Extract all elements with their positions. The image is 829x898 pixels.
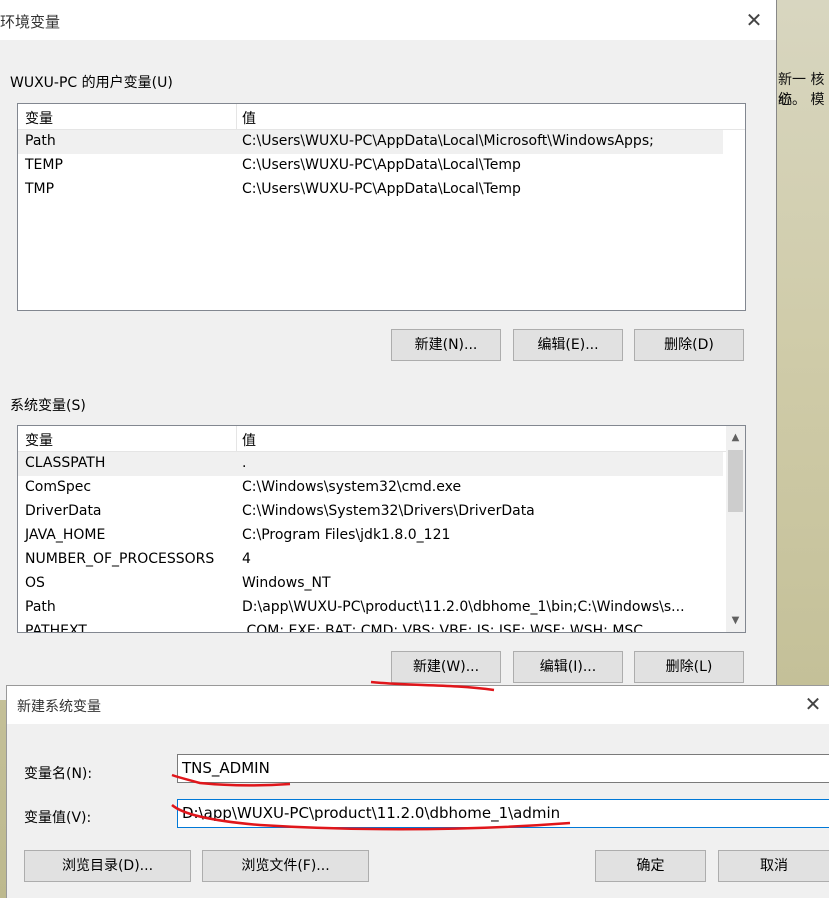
browse-file-button[interactable]: 浏览文件(F)...	[202, 850, 369, 882]
var-name: PATHEXT	[25, 623, 87, 633]
var-value: .	[242, 455, 247, 471]
close-icon[interactable]: ✕	[744, 8, 764, 32]
scroll-up-icon[interactable]: ▲	[726, 428, 745, 447]
column-header-name[interactable]: 变量	[25, 108, 53, 128]
scroll-thumb[interactable]	[728, 450, 743, 512]
list-header: 变量 值	[18, 104, 745, 130]
user-edit-button[interactable]: 编辑(E)...	[513, 329, 623, 361]
list-row[interactable]: Path D:\app\WUXU-PC\product\11.2.0\dbhom…	[18, 596, 723, 620]
list-row[interactable]: NUMBER_OF_PROCESSORS 4	[18, 548, 745, 572]
variable-value-label: 变量值(V):	[24, 810, 92, 826]
var-value: C:\Windows\System32\Drivers\DriverData	[242, 503, 535, 519]
variable-name-label: 变量名(N):	[24, 766, 93, 782]
user-new-button[interactable]: 新建(N)...	[391, 329, 501, 361]
var-name: DriverData	[25, 503, 102, 519]
system-new-button[interactable]: 新建(W)...	[391, 651, 501, 683]
list-row[interactable]: TMP C:\Users\WUXU-PC\AppData\Local\Temp	[18, 178, 745, 202]
var-name: Path	[25, 133, 56, 149]
variable-name-input[interactable]: TNS_ADMIN	[177, 754, 829, 783]
list-row[interactable]: DriverData C:\Windows\System32\Drivers\D…	[18, 500, 745, 524]
user-vars-group-label: WUXU-PC 的用户变量(U)	[10, 75, 173, 91]
list-row[interactable]: ComSpec C:\Windows\system32\cmd.exe	[18, 476, 745, 500]
title-bar: 环境变量 ✕	[0, 0, 776, 40]
system-vars-list[interactable]: 变量 值 CLASSPATH . ComSpec C:\Windows\syst…	[17, 425, 746, 633]
var-name: NUMBER_OF_PROCESSORS	[25, 551, 215, 567]
column-header-value[interactable]: 值	[242, 430, 256, 450]
system-edit-button[interactable]: 编辑(I)...	[513, 651, 623, 683]
list-row[interactable]: TEMP C:\Users\WUXU-PC\AppData\Local\Temp	[18, 154, 745, 178]
list-row[interactable]: OS Windows_NT	[18, 572, 745, 596]
var-name: Path	[25, 599, 56, 615]
var-value: C:\Users\WUXU-PC\AppData\Local\Temp	[242, 157, 521, 173]
list-row[interactable]: Path C:\Users\WUXU-PC\AppData\Local\Micr…	[18, 130, 723, 154]
system-delete-button[interactable]: 删除(L)	[634, 651, 744, 683]
browse-directory-button[interactable]: 浏览目录(D)...	[24, 850, 191, 882]
dialog-title: 新建系统变量	[17, 699, 101, 715]
vertical-scrollbar[interactable]: ▲ ▼	[726, 426, 745, 632]
scroll-down-icon[interactable]: ▼	[726, 611, 745, 630]
desktop-text-2: 统。 模	[778, 92, 825, 108]
close-icon[interactable]: ✕	[803, 692, 823, 716]
var-value: D:\app\WUXU-PC\product\11.2.0\dbhome_1\b…	[242, 599, 685, 615]
user-vars-list[interactable]: 变量 值 Path C:\Users\WUXU-PC\AppData\Local…	[17, 103, 746, 311]
system-vars-group-label: 系统变量(S)	[10, 398, 86, 414]
dialog-title-bar: 新建系统变量 ✕	[7, 686, 829, 724]
var-value: Windows_NT	[242, 575, 331, 591]
var-value: C:\Users\WUXU-PC\AppData\Local\Temp	[242, 181, 521, 197]
user-delete-button[interactable]: 删除(D)	[634, 329, 744, 361]
list-row[interactable]: JAVA_HOME C:\Program Files\jdk1.8.0_121	[18, 524, 745, 548]
var-value: C:\Program Files\jdk1.8.0_121	[242, 527, 451, 543]
window-title: 环境变量	[0, 13, 61, 31]
var-name: TMP	[25, 181, 55, 197]
var-value: 4	[242, 551, 251, 567]
var-value: C:\Windows\system32\cmd.exe	[242, 479, 462, 495]
var-value: C:\Users\WUXU-PC\AppData\Local\Microsoft…	[242, 133, 654, 149]
var-name: OS	[25, 575, 45, 591]
var-name: CLASSPATH	[25, 455, 106, 471]
list-header: 变量 值	[18, 426, 727, 452]
ok-button[interactable]: 确定	[595, 850, 706, 882]
cancel-button[interactable]: 取消	[718, 850, 829, 882]
new-system-variable-dialog: 新建系统变量 ✕ 变量名(N): TNS_ADMIN 变量值(V): D:\ap…	[6, 685, 829, 898]
variable-value-input[interactable]: D:\app\WUXU-PC\product\11.2.0\dbhome_1\a…	[177, 799, 829, 828]
column-header-value[interactable]: 值	[242, 108, 256, 128]
var-name: JAVA_HOME	[25, 527, 106, 543]
list-row[interactable]: PATHEXT .COM;.EXE;.BAT;.CMD;.VBS;.VBE;.J…	[18, 620, 723, 633]
var-name: ComSpec	[25, 479, 92, 495]
list-row[interactable]: CLASSPATH .	[18, 452, 723, 476]
column-header-name[interactable]: 变量	[25, 430, 53, 450]
env-vars-window: 环境变量 ✕ WUXU-PC 的用户变量(U) 变量 值 Path C:\Use…	[0, 0, 777, 700]
var-value: .COM;.EXE;.BAT;.CMD;.VBS;.VBE;.JS;.JSE;.…	[242, 623, 644, 633]
var-name: TEMP	[25, 157, 63, 173]
